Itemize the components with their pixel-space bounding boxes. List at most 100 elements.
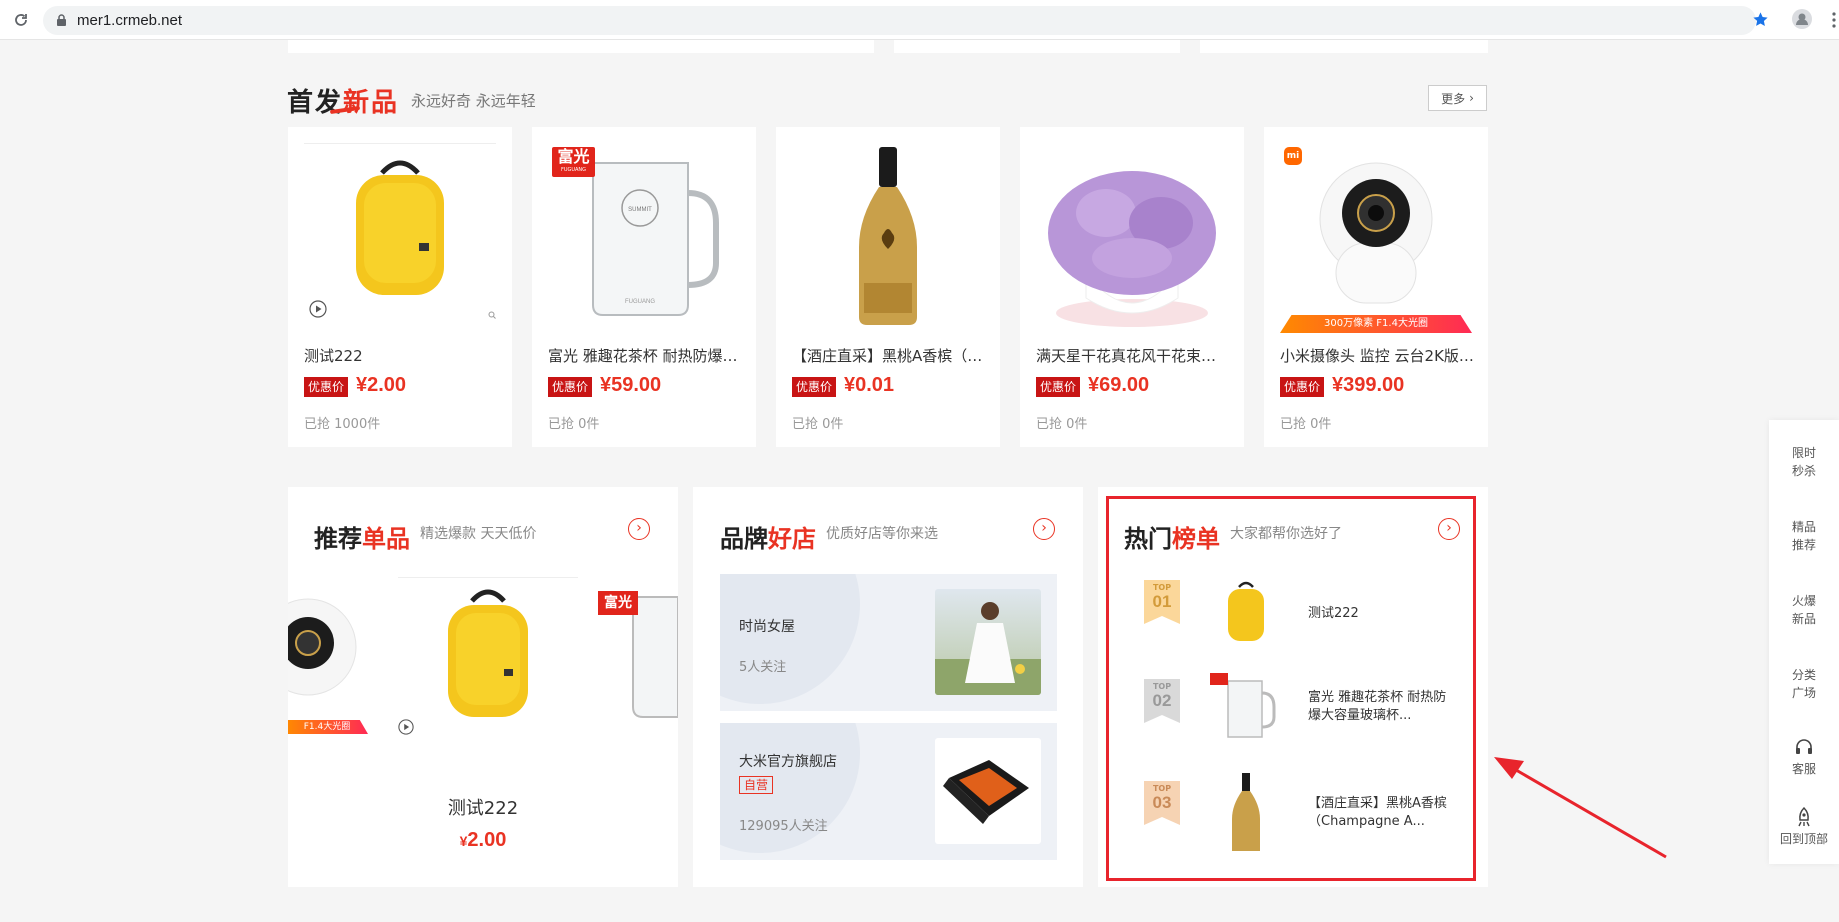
rank-badge-silver: TOP 02 [1144,679,1180,723]
recommend-item-price: ¥2.00 [459,829,507,851]
product-price: ¥399.00 [1332,374,1405,396]
product-name[interactable]: 【酒庄直采】黑桃A香槟（Champagne Armand de Brignac） [792,345,987,366]
product-name[interactable]: 小米摄像头 监控 云台2K版 家用 [1280,345,1475,366]
rank-item[interactable]: TOP 02 富光 雅趣花茶杯 耐热防爆大容量玻璃杯... [1144,671,1454,751]
self-operated-badge: 自营 [739,776,774,794]
product-image-backpack [304,143,496,333]
shop-followers: 5人关注 [739,660,787,675]
chevron-right-icon: › [1469,91,1474,105]
shop-card[interactable]: 大米官方旗舰店 自营 129095人关注 [720,723,1057,860]
sold-count: 已抢 0件 [792,417,844,432]
discount-tag: 优惠价 [792,377,837,397]
product-price: ¥2.00 [356,374,407,396]
play-icon[interactable] [398,719,414,735]
recommend-subtitle: 精选爆款 天天低价 [420,526,537,542]
rank-item-image-backpack [1206,577,1286,647]
product-image-glass-mug: SUMMIT FUGUANG 富光 FUGUANG [548,143,740,333]
url-text: mer1.crmeb.net [77,12,183,29]
side-nav-category[interactable]: 分类 广场 [1769,666,1839,702]
rank-item-name[interactable]: 测试222 [1308,605,1454,623]
rank-item[interactable]: TOP 03 【酒庄直采】黑桃A香槟（Champagne A... [1144,771,1454,861]
side-nav-recommend[interactable]: 精品 推荐 [1769,518,1839,554]
brand-logo-fuguang: 富光 FUGUANG [552,147,595,177]
sold-count: 已抢 0件 [1280,417,1332,432]
recommend-title: 推荐单品 [314,525,410,553]
discount-tag: 优惠价 [304,377,349,397]
product-image-champagne [792,143,984,333]
product-image-camera: mi 300万像素 F1.4大光圈 [1280,143,1472,333]
product-name[interactable]: 测试222 [304,345,499,366]
rocket-icon [1798,806,1810,827]
menu-kebab-icon[interactable] [1831,11,1837,29]
rank-item-name[interactable]: 【酒庄直采】黑桃A香槟（Champagne A... [1308,795,1454,831]
prev-card-bottom [1200,40,1488,53]
play-icon[interactable] [309,300,327,318]
brand-logo-fuguang: 富光 [598,591,638,615]
shop-name[interactable]: 大米官方旗舰店 [739,751,837,771]
side-nav-flash-sale[interactable]: 限时 秒杀 [1769,444,1839,480]
product-name[interactable]: 富光 雅趣花茶杯 耐热防爆大容量玻璃杯 [548,345,743,366]
product-name[interactable]: 满天星干花真花风干花束女生礼物 [1036,345,1231,366]
recommend-panel: 推荐单品 精选爆款 天天低价 › F1.4大光圈 富光 测试222 ¥2.00 [288,487,678,887]
product-price: ¥69.00 [1088,374,1150,396]
hot-subtitle: 大家都帮你选好了 [1230,526,1342,542]
hot-ranking-panel: 热门榜单 大家都帮你选好了 › TOP 01 测试222 TOP 02 富光 雅… [1098,487,1488,887]
carousel-slide-backpack[interactable] [398,577,578,747]
product-card[interactable]: 测试222 优惠价 ¥2.00 已抢 1000件 [288,127,512,447]
rank-item-image-champagne [1206,771,1286,857]
product-image-dried-flowers [1036,143,1228,333]
brands-subtitle: 优质好店等你来选 [826,526,938,542]
section-title-new: 首发新品 [287,88,400,118]
address-bar[interactable]: mer1.crmeb.net [43,6,1756,35]
sold-count: 已抢 0件 [1036,417,1088,432]
mi-logo: mi [1284,147,1302,165]
side-nav-new[interactable]: 火爆 新品 [1769,592,1839,628]
product-card[interactable]: 【酒庄直采】黑桃A香槟（Champagne Armand de Brignac）… [776,127,1000,447]
discount-tag: 优惠价 [1036,377,1081,397]
lock-icon [57,14,66,26]
rank-item-name[interactable]: 富光 雅趣花茶杯 耐热防爆大容量玻璃杯... [1308,689,1454,725]
rank-item-image-glass [1206,671,1286,747]
side-nav-service[interactable]: 客服 [1769,736,1839,778]
svg-text:SUMMIT: SUMMIT [628,207,652,213]
bookmark-star-icon[interactable] [1752,11,1769,28]
shop-image-dress [935,589,1041,695]
profile-avatar-icon[interactable] [1792,9,1812,29]
hot-arrow-icon[interactable]: › [1438,518,1460,540]
product-price: ¥59.00 [600,374,662,396]
shop-card[interactable]: 时尚女屋 5人关注 [720,574,1057,711]
shop-followers: 129095人关注 [739,819,828,834]
brands-panel: 品牌好店 优质好店等你来选 › 时尚女屋 5人关注 大米官方旗舰店 自营 129… [693,487,1083,887]
side-nav: 限时 秒杀 精品 推荐 火爆 新品 分类 广场 客服 回到顶部 [1769,420,1839,864]
brands-arrow-icon[interactable]: › [1033,518,1055,540]
side-nav-back-to-top[interactable]: 回到顶部 [1769,806,1839,848]
carousel-slide-camera[interactable]: F1.4大光圈 [288,577,368,747]
prev-card-bottom [894,40,1180,53]
svg-text:FUGUANG: FUGUANG [625,299,655,305]
browser-toolbar: mer1.crmeb.net [0,0,1839,40]
product-card[interactable]: mi 300万像素 F1.4大光圈 小米摄像头 监控 云台2K版 家用 优惠价 … [1264,127,1488,447]
rank-badge-gold: TOP 01 [1144,580,1180,624]
headset-icon [1796,739,1812,754]
reload-icon[interactable] [13,12,29,28]
product-card[interactable]: SUMMIT FUGUANG 富光 FUGUANG 富光 雅趣花茶杯 耐热防爆大… [532,127,756,447]
discount-tag: 优惠价 [548,377,593,397]
product-price: ¥0.01 [844,374,895,396]
recommend-item-name[interactable]: 测试222 [288,794,678,820]
prev-card-bottom [288,40,874,53]
hot-title: 热门榜单 [1124,525,1220,553]
product-card[interactable]: 满天星干花真花风干花束女生礼物 优惠价 ¥69.00 已抢 0件 [1020,127,1244,447]
rank-item[interactable]: TOP 01 测试222 [1144,577,1454,657]
promo-banner: 300万像素 F1.4大光圈 [1280,315,1472,333]
section-subtitle-new: 永远好奇 永远年轻 [411,92,536,110]
more-button[interactable]: 更多 › [1428,85,1487,111]
zoom-icon[interactable] [488,311,496,319]
brands-title: 品牌好店 [720,525,816,553]
promo-banner: F1.4大光圈 [288,720,368,734]
discount-tag: 优惠价 [1280,377,1325,397]
sold-count: 已抢 0件 [548,417,600,432]
rank-badge-bronze: TOP 03 [1144,781,1180,825]
shop-name[interactable]: 时尚女屋 [739,616,795,636]
recommend-arrow-icon[interactable]: › [628,518,650,540]
carousel-slide-glass[interactable]: 富光 [598,577,678,747]
